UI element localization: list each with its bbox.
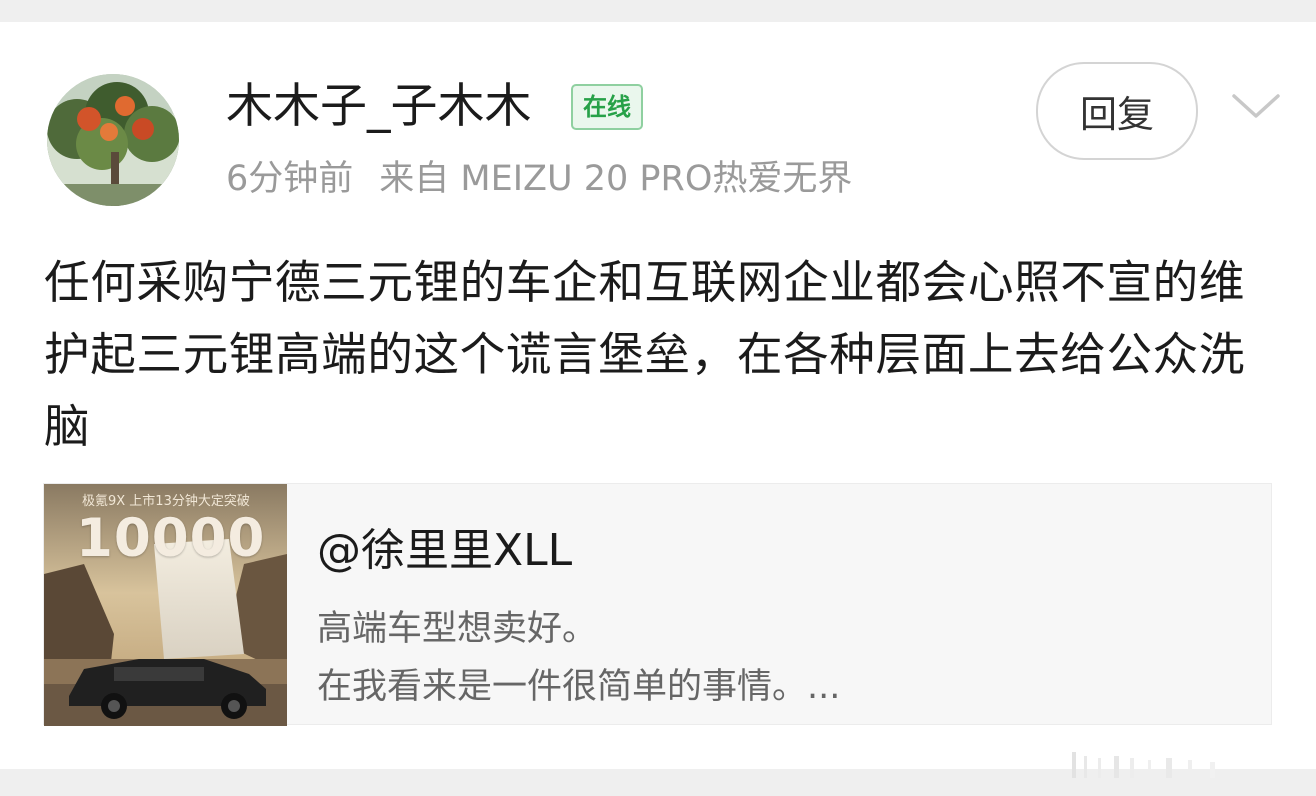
post-source: 来自 MEIZU 20 PRO热爱无界 — [379, 159, 853, 199]
post-content: 任何采购宁德三元锂的车企和互联网企业都会心照不宣的维护起三元锂高端的这个谎言堡垒… — [44, 256, 1246, 453]
thumbnail-number: 10000 — [76, 508, 266, 569]
thumbnail-caption: 极氪9X 上市13分钟大定突破 — [82, 494, 250, 509]
repost-thumbnail[interactable]: 极氪9X 上市13分钟大定突破 10000 — [44, 484, 287, 726]
username[interactable]: 木木子_子木木 — [226, 78, 532, 136]
online-badge: 在线 — [571, 84, 643, 130]
repost-author[interactable]: @徐里里XLL — [317, 514, 572, 578]
avatar[interactable] — [47, 74, 179, 206]
post-meta: 6分钟前 来自 MEIZU 20 PRO热爱无界 — [226, 156, 852, 202]
reply-button[interactable]: 回复 — [1036, 62, 1198, 160]
repost-text-line: 高端车型想卖好。 — [317, 609, 598, 649]
chevron-down-icon[interactable] — [1226, 88, 1286, 124]
post-time: 6分钟前 — [226, 159, 354, 199]
scroll-indicator — [1070, 746, 1246, 782]
repost-text-line: 在我看来是一件很简单的事情。... — [317, 667, 841, 707]
repost-card[interactable]: 极氪9X 上市13分钟大定突破 10000 @徐里里XLL 高端车型想卖好。 在… — [43, 483, 1272, 726]
